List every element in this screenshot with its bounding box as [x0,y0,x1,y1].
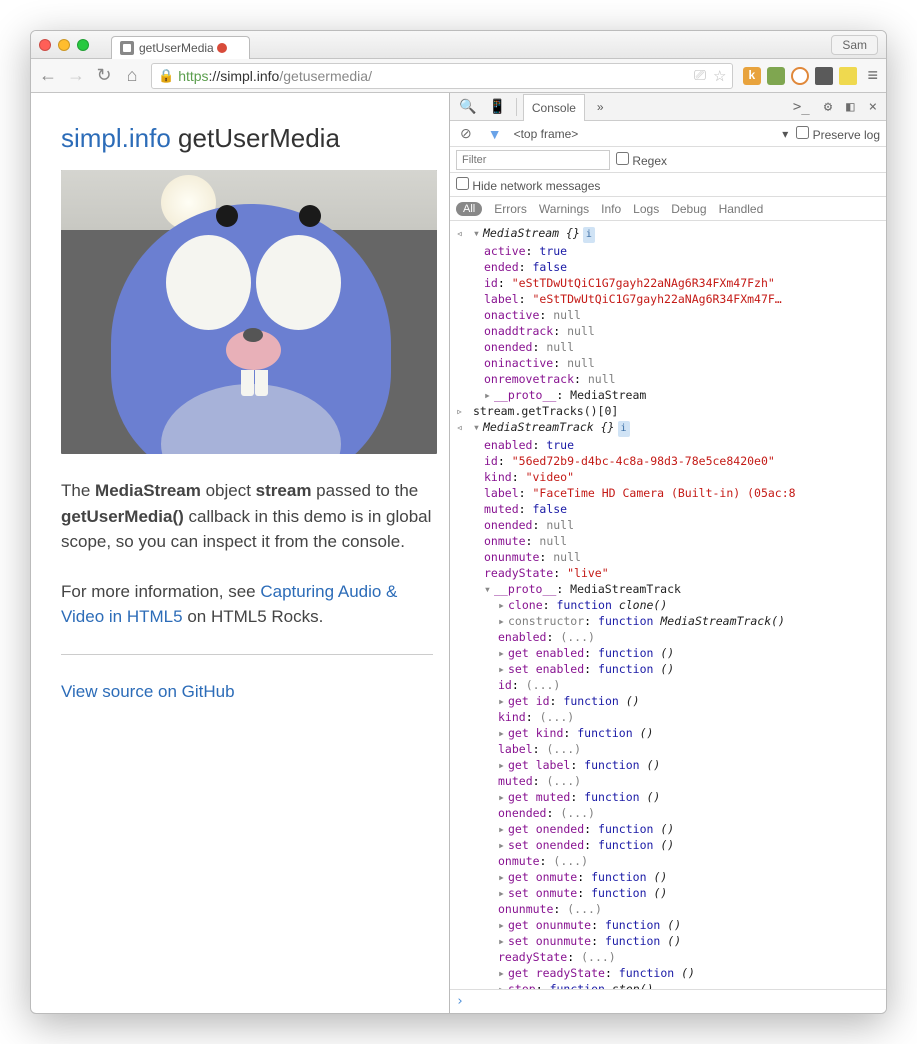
description-para-1: The MediaStream object stream passed to … [61,478,433,555]
recording-indicator-icon [217,43,227,53]
level-errors[interactable]: Errors [494,202,527,216]
back-button[interactable]: ← [39,65,57,86]
extension-yellow-icon[interactable] [839,67,857,85]
clear-console-icon[interactable]: ⊘ [456,125,476,142]
devtools-toolbar: 🔍 📱 Console » >_ ⚙ ◧ × [450,93,886,121]
page-content: simpl.info getUserMedia The MediaStream … [31,93,449,1013]
hide-network-checkbox[interactable] [456,177,469,190]
console-tab[interactable]: Console [523,94,585,121]
level-info[interactable]: Info [601,202,621,216]
page-title: simpl.info getUserMedia [61,123,449,154]
console-context-bar: ⊘ ▼ <top frame> ▾ Preserve log [450,121,886,147]
device-mode-icon[interactable]: 📱 [484,99,509,115]
more-tabs[interactable]: » [589,94,612,120]
level-warnings[interactable]: Warnings [539,202,589,216]
level-handled[interactable]: Handled [719,202,764,216]
address-bar[interactable]: 🔒 https ://simpl.info /getusermedia/ ⎚ ☆ [151,63,733,89]
hide-network-row: Hide network messages [450,173,886,197]
expand-icon[interactable]: ◃ [456,225,466,241]
filter-funnel-icon[interactable]: ▼ [484,126,506,142]
preserve-log-checkbox[interactable] [796,126,809,139]
minimize-window-icon[interactable] [58,39,70,51]
console-prompt[interactable]: › [450,989,886,1013]
level-all[interactable]: All [456,202,482,216]
browser-tab[interactable]: getUserMedia × [111,36,250,59]
frame-chevron-icon[interactable]: ▾ [782,127,788,141]
lock-icon: 🔒 [158,68,174,84]
extension-cast-icon[interactable] [815,67,833,85]
log-levels-bar: All Errors Warnings Info Logs Debug Hand… [450,197,886,221]
info-badge-icon: i [583,227,595,243]
devtools-panel: 🔍 📱 Console » >_ ⚙ ◧ × ⊘ ▼ <top frame> ▾… [449,93,886,1013]
home-button[interactable]: ⌂ [123,65,141,86]
extension-evernote-icon[interactable] [767,67,785,85]
hamburger-menu-icon[interactable]: ≡ [867,65,878,86]
toolbar: ← → ↻ ⌂ 🔒 https ://simpl.info /getuserme… [31,59,886,93]
tab-favicon-icon [120,41,134,55]
regex-checkbox[interactable] [616,152,629,165]
maximize-window-icon[interactable] [77,39,89,51]
video-preview [61,170,437,454]
console-output[interactable]: ◃ ▾MediaStream {}i active: true ended: f… [450,221,886,989]
bookmark-star-icon[interactable]: ☆ [713,67,726,85]
level-debug[interactable]: Debug [671,202,706,216]
settings-gear-icon[interactable]: ⚙ [820,99,836,115]
mediastream-header: MediaStream {} [483,226,580,240]
extension-k-icon[interactable] [743,67,761,85]
close-devtools-icon[interactable]: × [865,99,881,115]
inspect-icon[interactable]: 🔍 [455,99,480,115]
filter-input[interactable] [456,150,610,170]
close-window-icon[interactable] [39,39,51,51]
dock-icon[interactable]: ◧ [842,99,858,115]
reload-button[interactable]: ↻ [95,65,113,86]
url-protocol: https [178,68,208,84]
regex-label: Regex [616,152,667,168]
tab-title: getUserMedia [139,41,214,55]
description-para-2: For more information, see Capturing Audi… [61,579,433,630]
frame-selector[interactable]: <top frame> [514,127,775,141]
filter-bar: Regex [450,147,886,173]
preserve-log-label: Preserve log [796,126,880,142]
url-path: /getusermedia/ [279,68,372,84]
profile-button[interactable]: Sam [831,35,878,55]
window-controls [39,39,89,51]
browser-window: getUserMedia × Sam ← → ↻ ⌂ 🔒 https ://si… [30,30,887,1014]
level-logs[interactable]: Logs [633,202,659,216]
view-source-link[interactable]: View source on GitHub [61,682,235,701]
camera-permission-icon[interactable]: ⎚ [694,67,706,85]
titlebar: getUserMedia × Sam [31,31,886,59]
gettracks-line: stream.getTracks()[0] [473,404,618,418]
track-header: MediaStreamTrack {} [483,420,615,434]
drawer-icon[interactable]: >_ [789,99,814,115]
divider [61,654,433,655]
extension-circle-icon[interactable] [791,67,809,85]
url-host: ://simpl.info [209,68,280,84]
forward-button[interactable]: → [67,65,85,86]
simpl-info-link[interactable]: simpl.info [61,123,171,153]
extension-icons [743,67,857,85]
